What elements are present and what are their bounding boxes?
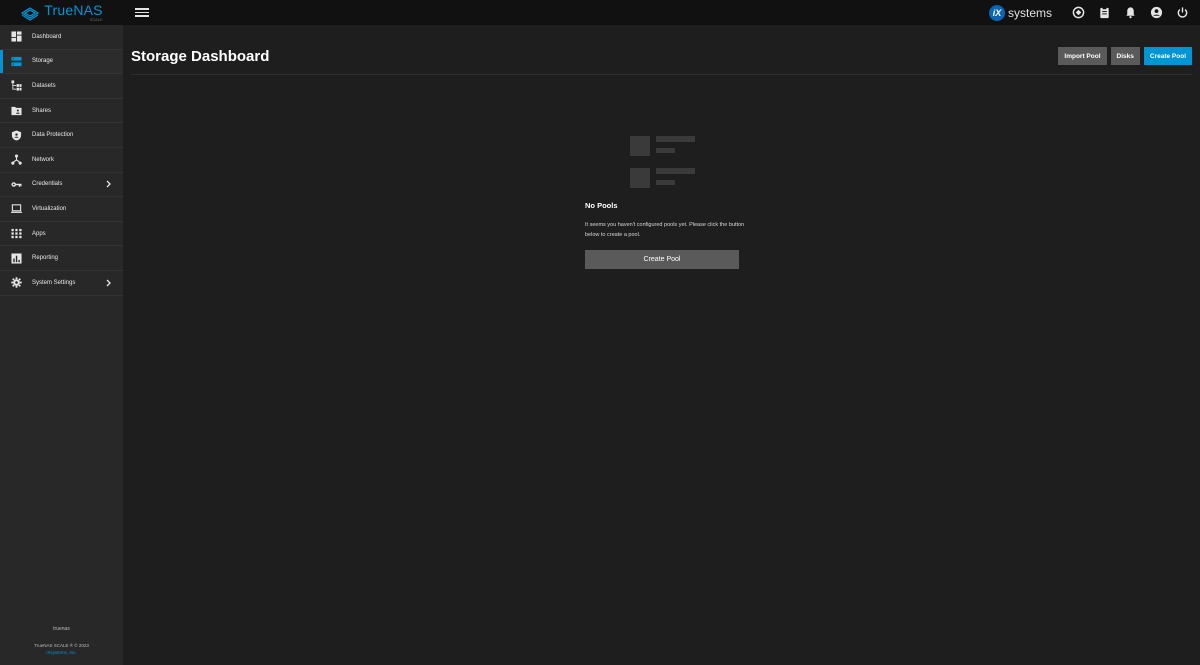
sidebar-item-credentials[interactable]: Credentials xyxy=(0,173,123,198)
copyright-text: TrueNAS SCALE ® © 2023 xyxy=(34,643,89,648)
sidebar-item-label: Network xyxy=(32,156,55,163)
sidebar-item-label: Reporting xyxy=(32,255,59,262)
empty-state-message: It seems you haven't configured pools ye… xyxy=(585,222,745,238)
key-icon xyxy=(10,178,22,190)
truenas-logo-icon xyxy=(21,6,40,21)
network-icon xyxy=(10,154,22,166)
empty-state-title: No Pools xyxy=(585,201,618,210)
shares-icon xyxy=(10,105,22,117)
sidebar-item-label: Storage xyxy=(32,58,54,65)
sidebar-item-storage[interactable]: Storage xyxy=(0,49,123,75)
apps-grid-icon xyxy=(10,228,22,240)
sidebar-item-apps[interactable]: Apps xyxy=(0,222,123,247)
sidebar-item-shares[interactable]: Shares xyxy=(0,99,123,124)
sidebar-item-datasets[interactable]: Datasets xyxy=(0,74,123,99)
sidebar-item-network[interactable]: Network xyxy=(0,148,123,173)
import-pool-button[interactable]: Import Pool xyxy=(1058,47,1107,65)
top-toolbar: TrueNAS SCALE iX systems xyxy=(0,0,1200,25)
brand-edition: SCALE xyxy=(89,17,103,22)
header-actions: Import Pool Disks Create Pool xyxy=(1058,47,1192,65)
hostname: truenas xyxy=(53,626,70,632)
ix-text: systems xyxy=(1007,5,1052,20)
disks-button[interactable]: Disks xyxy=(1110,47,1140,65)
sidebar-item-data-protection[interactable]: Data Protection xyxy=(0,123,123,148)
gear-icon xyxy=(10,277,22,289)
datasets-icon xyxy=(10,80,22,92)
page-header: Storage Dashboard Import Pool Disks Crea… xyxy=(131,25,1192,75)
sidebar-item-label: Shares xyxy=(32,107,52,114)
dashboard-icon xyxy=(10,31,22,43)
empty-create-pool-button[interactable]: Create Pool xyxy=(585,250,739,269)
brand-name: TrueNAS xyxy=(44,2,103,18)
account-circle-icon[interactable] xyxy=(1148,5,1164,21)
create-pool-button[interactable]: Create Pool xyxy=(1143,47,1192,65)
reporting-icon xyxy=(10,252,22,264)
sidebar-item-dashboard[interactable]: Dashboard xyxy=(0,25,123,50)
chevron-right-icon[interactable] xyxy=(103,180,113,188)
notifications-bell-icon[interactable] xyxy=(1122,5,1138,21)
sidebar-item-reporting[interactable]: Reporting xyxy=(0,246,123,271)
power-icon[interactable] xyxy=(1174,5,1190,21)
sidebar-item-virtualization[interactable]: Virtualization xyxy=(0,197,123,222)
sidebar-footer: truenas TrueNAS SCALE ® © 2023 iXsystems… xyxy=(0,626,123,655)
menu-toggle-icon[interactable] xyxy=(135,6,149,20)
main-content: Storage Dashboard Import Pool Disks Crea… xyxy=(123,25,1200,665)
company-link[interactable]: iXsystems, Inc. xyxy=(0,650,123,655)
chevron-right-icon[interactable] xyxy=(103,279,113,287)
sidebar-item-label: System Settings xyxy=(32,279,76,286)
truecommand-icon[interactable] xyxy=(1070,5,1086,21)
laptop-icon xyxy=(10,203,22,215)
sidebar-item-system-settings[interactable]: System Settings xyxy=(0,271,123,296)
truenas-logo[interactable]: TrueNAS SCALE xyxy=(0,0,123,25)
ix-mark: iX xyxy=(988,4,1005,21)
storage-icon xyxy=(10,55,22,67)
empty-list-illustration-icon xyxy=(630,133,696,189)
sidebar-item-label: Dashboard xyxy=(32,33,62,40)
page-title: Storage Dashboard xyxy=(131,48,270,65)
shield-icon xyxy=(10,129,22,141)
sidebar-item-label: Virtualization xyxy=(32,205,67,212)
jobs-clipboard-icon[interactable] xyxy=(1096,5,1112,21)
sidebar-item-label: Apps xyxy=(32,230,46,237)
sidebar-item-label: Credentials xyxy=(32,181,63,188)
ixsystems-logo[interactable]: iX systems xyxy=(988,4,1052,21)
sidebar: Dashboard Storage Datasets Shares Data P… xyxy=(0,25,123,665)
sidebar-item-label: Data Protection xyxy=(32,132,74,139)
sidebar-item-label: Datasets xyxy=(32,82,56,89)
